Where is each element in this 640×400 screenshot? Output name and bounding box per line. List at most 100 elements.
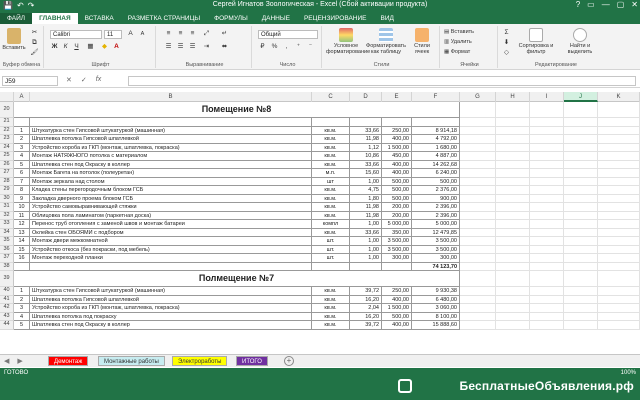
empty-cell[interactable]: [496, 312, 530, 321]
empty-cell[interactable]: [460, 126, 496, 135]
borders-icon[interactable]: ▦: [86, 43, 95, 51]
merge-center-icon[interactable]: ⬌: [220, 43, 229, 51]
empty-cell[interactable]: [460, 304, 496, 313]
empty-cell[interactable]: [460, 237, 496, 246]
empty-cell[interactable]: [460, 169, 496, 178]
empty-cell[interactable]: [530, 220, 564, 229]
cell-f[interactable]: 500,00: [412, 177, 460, 186]
empty-cell[interactable]: [496, 262, 530, 271]
cell-d[interactable]: 39,72: [350, 287, 382, 296]
shrink-font-icon[interactable]: A: [138, 30, 147, 38]
empty-cell[interactable]: [564, 194, 598, 203]
fill-icon[interactable]: ⬇: [502, 39, 511, 47]
empty-cell[interactable]: [496, 254, 530, 263]
cell-d[interactable]: 11,98: [350, 135, 382, 144]
row-header[interactable]: 43: [0, 312, 14, 321]
empty-cell[interactable]: [530, 177, 564, 186]
cell-d[interactable]: 1,00: [350, 245, 382, 254]
empty-cell[interactable]: [460, 220, 496, 229]
cell-b[interactable]: Штукатурка стен Гипсовой штукатуркой (ма…: [30, 287, 312, 296]
empty-cell[interactable]: [598, 228, 640, 237]
cell-c[interactable]: кв.м.: [312, 203, 350, 212]
empty-cell[interactable]: [564, 287, 598, 296]
cell-c[interactable]: [312, 118, 350, 127]
empty-cell[interactable]: [496, 152, 530, 161]
empty-cell[interactable]: [530, 152, 564, 161]
cell-f[interactable]: 15 888,60: [412, 321, 460, 330]
empty-cell[interactable]: [460, 254, 496, 263]
cell-a[interactable]: 1: [14, 126, 30, 135]
ribbon-display-icon[interactable]: ▭: [587, 0, 595, 9]
empty-cell[interactable]: [598, 287, 640, 296]
empty-cell[interactable]: [460, 262, 496, 271]
name-box[interactable]: J59: [2, 76, 58, 86]
align-left-icon[interactable]: ☰: [164, 43, 173, 51]
empty-cell[interactable]: [598, 169, 640, 178]
row-header[interactable]: 25: [0, 152, 14, 161]
empty-cell[interactable]: [496, 118, 530, 127]
clear-icon[interactable]: ◇: [502, 49, 511, 57]
empty-cell[interactable]: [460, 295, 496, 304]
cell-a[interactable]: 4: [14, 152, 30, 161]
empty-cell[interactable]: [530, 262, 564, 271]
font-size-select[interactable]: 11: [104, 30, 122, 39]
cell-b[interactable]: [30, 118, 312, 127]
cell-c[interactable]: кв.м.: [312, 143, 350, 152]
cell-d[interactable]: 33,66: [350, 160, 382, 169]
cell-a[interactable]: 5: [14, 160, 30, 169]
cell-b[interactable]: Монтаж переходной планки: [30, 254, 312, 263]
cell-c[interactable]: кв.м.: [312, 321, 350, 330]
empty-cell[interactable]: [460, 245, 496, 254]
cell-d[interactable]: 1,00: [350, 237, 382, 246]
cell-f[interactable]: 2 396,00: [412, 211, 460, 220]
sheet-tab-itogo[interactable]: ИТОГО: [236, 356, 268, 366]
align-center-icon[interactable]: ☰: [176, 43, 185, 51]
format-cells-button[interactable]: ▦ Формат: [444, 49, 496, 55]
worksheet-grid[interactable]: 20 Помещение №8 21 22 1 Штукатурка стен Гипсо…: [0, 102, 640, 354]
cell-c[interactable]: кв.м.: [312, 126, 350, 135]
cell-d[interactable]: 33,66: [350, 228, 382, 237]
empty-cell[interactable]: [530, 126, 564, 135]
cell-f[interactable]: 300,00: [412, 254, 460, 263]
empty-cell[interactable]: [460, 321, 496, 330]
cell-e[interactable]: 350,00: [382, 228, 412, 237]
empty-cell[interactable]: [598, 312, 640, 321]
cell-c[interactable]: шт.: [312, 245, 350, 254]
empty-cell[interactable]: [530, 228, 564, 237]
tab-data[interactable]: ДАННЫЕ: [255, 13, 297, 24]
cell-f[interactable]: 14 262,68: [412, 160, 460, 169]
empty-cell[interactable]: [564, 135, 598, 144]
font-color-icon[interactable]: A: [112, 43, 121, 51]
empty-cell[interactable]: [460, 118, 496, 127]
bold-icon[interactable]: Ж: [50, 43, 59, 51]
tab-file[interactable]: ФАЙЛ: [0, 13, 33, 24]
empty-cell[interactable]: [564, 186, 598, 195]
comma-style-icon[interactable]: ,: [282, 43, 291, 51]
column-header-g[interactable]: G: [460, 92, 496, 102]
cell-a[interactable]: 6: [14, 169, 30, 178]
number-format-select[interactable]: Общий: [258, 30, 318, 39]
cell-b[interactable]: Оклейка стен ОБОЯМИ с подбором: [30, 228, 312, 237]
empty-cell[interactable]: [598, 304, 640, 313]
empty-cell[interactable]: [598, 203, 640, 212]
cell-e[interactable]: 400,00: [382, 169, 412, 178]
align-bottom-icon[interactable]: ≡: [188, 30, 197, 38]
copy-icon[interactable]: ⧉: [30, 39, 39, 47]
cell-d[interactable]: 1,00: [350, 254, 382, 263]
row-header[interactable]: 37: [0, 254, 14, 263]
column-header-c[interactable]: C: [312, 92, 350, 102]
empty-cell[interactable]: [496, 211, 530, 220]
cell-e[interactable]: 450,00: [382, 152, 412, 161]
tab-home[interactable]: ГЛАВНАЯ: [32, 13, 78, 24]
empty-cell[interactable]: [496, 143, 530, 152]
empty-cell[interactable]: [564, 102, 598, 118]
cell-a[interactable]: 7: [14, 177, 30, 186]
row-header[interactable]: 30: [0, 194, 14, 203]
row-header[interactable]: 27: [0, 169, 14, 178]
row-header[interactable]: 34: [0, 228, 14, 237]
empty-cell[interactable]: [460, 177, 496, 186]
cell-f[interactable]: 12 479,85: [412, 228, 460, 237]
cell-a[interactable]: 10: [14, 203, 30, 212]
cell-e[interactable]: 400,00: [382, 321, 412, 330]
cell-d[interactable]: 33,66: [350, 126, 382, 135]
